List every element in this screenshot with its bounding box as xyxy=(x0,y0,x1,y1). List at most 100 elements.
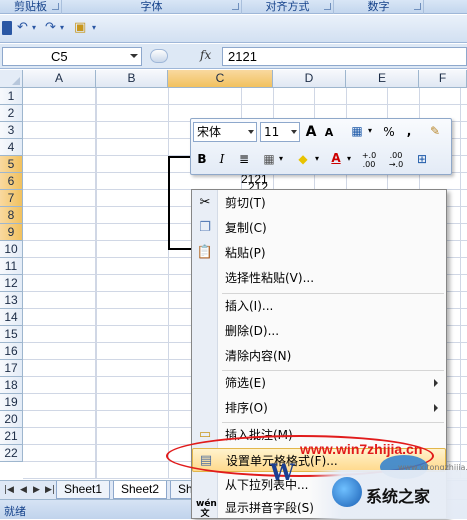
menu-item-paste[interactable]: 📋 粘贴(P) xyxy=(192,241,446,265)
center-align-icon[interactable]: ≣ xyxy=(236,151,252,167)
row-header[interactable]: 10 xyxy=(0,241,23,258)
column-header-b[interactable]: B xyxy=(96,70,168,88)
grid-line xyxy=(168,88,169,479)
column-header-a[interactable]: A xyxy=(23,70,96,88)
submenu-arrow-icon xyxy=(434,404,438,412)
redo-icon[interactable]: ↷ xyxy=(45,21,56,35)
menu-item-label: 筛选(E) xyxy=(225,376,266,390)
menu-item-clear-contents[interactable]: 清除内容(N) xyxy=(192,344,446,368)
increase-decimal-button[interactable]: +.0 .00 xyxy=(357,151,381,169)
format-painter-qat-icon[interactable]: ▣ xyxy=(74,21,86,35)
prev-sheet-icon[interactable]: ◀ xyxy=(20,485,27,495)
comma-style-button[interactable]: , xyxy=(404,123,414,139)
name-box[interactable]: C5 xyxy=(2,47,142,66)
menu-item-insert[interactable]: 插入(I)... xyxy=(192,294,446,318)
merge-center-icon[interactable]: ⊞ xyxy=(413,151,431,167)
chevron-down-icon[interactable]: ▾ xyxy=(345,151,353,167)
undo-icon[interactable]: ↶ xyxy=(17,21,28,35)
menu-item-filter[interactable]: 筛选(E) xyxy=(192,371,446,395)
font-color-button[interactable]: A xyxy=(329,150,343,166)
select-all-corner[interactable] xyxy=(0,70,23,88)
row-header[interactable]: 8 xyxy=(0,207,23,224)
menu-item-label: 排序(O) xyxy=(225,401,268,415)
dialog-launcher-icon[interactable] xyxy=(232,3,239,10)
column-header-e[interactable]: E xyxy=(346,70,419,88)
format-painter-icon[interactable]: ✎ xyxy=(426,123,444,139)
row-header[interactable]: 15 xyxy=(0,326,23,343)
row-header[interactable]: 21 xyxy=(0,428,23,445)
sheet-tab-2[interactable]: Sheet2 xyxy=(113,481,168,499)
decrease-decimal-button[interactable]: .00 →.0 xyxy=(384,151,408,169)
menu-item-label: 清除内容(N) xyxy=(225,349,292,363)
menu-item-sort[interactable]: 排序(O) xyxy=(192,396,446,420)
customize-qat-icon[interactable]: ▾ xyxy=(92,21,96,35)
menu-item-label: 显示拼音字段(S) xyxy=(225,501,314,515)
row-header[interactable]: 19 xyxy=(0,394,23,411)
watermark-logo-icon xyxy=(332,477,362,507)
column-header-f[interactable]: F xyxy=(419,70,467,88)
chevron-down-icon[interactable] xyxy=(291,130,297,134)
row-header[interactable]: 9 xyxy=(0,224,23,241)
scissors-icon: ✂ xyxy=(199,195,211,210)
menu-item-paste-special[interactable]: 选择性粘贴(V)... xyxy=(192,266,446,290)
watermark-logo: 系统之家 xyxy=(310,470,467,519)
watermark-w-logo: W xyxy=(270,460,295,486)
formula-input[interactable]: 2121 xyxy=(222,47,467,66)
paste-icon: 📋 xyxy=(196,245,214,260)
ribbon-group-clipboard: 剪贴板 xyxy=(0,0,62,14)
row-header[interactable]: 3 xyxy=(0,122,23,139)
formula-bar-splitter[interactable] xyxy=(150,49,168,63)
row-header[interactable]: 5 xyxy=(0,156,23,173)
bold-button[interactable]: B xyxy=(194,151,210,167)
row-header[interactable]: 14 xyxy=(0,309,23,326)
row-header[interactable]: 20 xyxy=(0,411,23,428)
row-header[interactable]: 11 xyxy=(0,258,23,275)
row-header[interactable]: 2 xyxy=(0,105,23,122)
menu-item-label: 选择性粘贴(V)... xyxy=(225,271,315,285)
chevron-down-icon[interactable]: ▾ xyxy=(277,151,285,167)
redo-dropdown-icon[interactable]: ▾ xyxy=(60,21,64,35)
font-name-combo[interactable]: 宋体 xyxy=(193,122,257,142)
row-header[interactable]: 6 xyxy=(0,173,23,190)
menu-item-label: 从下拉列表中... xyxy=(225,478,309,492)
dialog-launcher-icon[interactable] xyxy=(52,3,59,10)
chevron-down-icon[interactable] xyxy=(248,130,254,134)
borders-icon[interactable]: ▦ xyxy=(261,151,277,167)
cell-styles-icon[interactable]: ▦ xyxy=(346,123,368,139)
grow-font-button[interactable]: A xyxy=(304,124,318,140)
row-header[interactable]: 7 xyxy=(0,190,23,207)
percent-style-button[interactable]: % xyxy=(382,124,396,140)
column-header-c[interactable]: C xyxy=(168,70,273,88)
menu-item-copy[interactable]: ❐ 复制(C) xyxy=(192,216,446,240)
menu-item-cut[interactable]: ✂ 剪切(T) xyxy=(192,191,446,215)
first-sheet-icon[interactable]: |◀ xyxy=(4,485,14,495)
undo-dropdown-icon[interactable]: ▾ xyxy=(32,21,36,35)
fill-color-icon[interactable]: ◆ xyxy=(295,151,311,167)
mini-toolbar: 宋体 11 A A ▦ ▾ % , ✎ B I ≣ ▦ ▾ ◆ ▾ A ▾ +.… xyxy=(190,118,452,175)
save-icon[interactable] xyxy=(2,21,12,35)
row-header[interactable]: 12 xyxy=(0,275,23,292)
row-header[interactable]: 22 xyxy=(0,445,23,462)
row-header[interactable]: 18 xyxy=(0,377,23,394)
chevron-down-icon[interactable]: ▾ xyxy=(366,123,374,139)
name-box-dropdown-icon[interactable] xyxy=(130,54,138,58)
font-size-combo[interactable]: 11 xyxy=(260,122,300,142)
row-header[interactable]: 1 xyxy=(0,88,23,105)
grid-line xyxy=(96,88,97,479)
shrink-font-button[interactable]: A xyxy=(323,125,335,141)
chevron-down-icon[interactable]: ▾ xyxy=(313,151,321,167)
next-sheet-icon[interactable]: ▶ xyxy=(33,485,40,495)
dialog-launcher-icon[interactable] xyxy=(414,3,421,10)
row-header[interactable]: 17 xyxy=(0,360,23,377)
row-header[interactable]: 13 xyxy=(0,292,23,309)
menu-item-delete[interactable]: 删除(D)... xyxy=(192,319,446,343)
dialog-launcher-icon[interactable] xyxy=(324,3,331,10)
insert-function-icon[interactable]: fx xyxy=(200,48,211,62)
row-header[interactable]: 16 xyxy=(0,343,23,360)
ribbon-group-alignment: 对齐方式 xyxy=(242,0,334,14)
row-header[interactable]: 4 xyxy=(0,139,23,156)
last-sheet-icon[interactable]: ▶| xyxy=(45,485,55,495)
sheet-tab-1[interactable]: Sheet1 xyxy=(56,481,111,499)
italic-button[interactable]: I xyxy=(215,151,229,167)
column-header-d[interactable]: D xyxy=(273,70,346,88)
